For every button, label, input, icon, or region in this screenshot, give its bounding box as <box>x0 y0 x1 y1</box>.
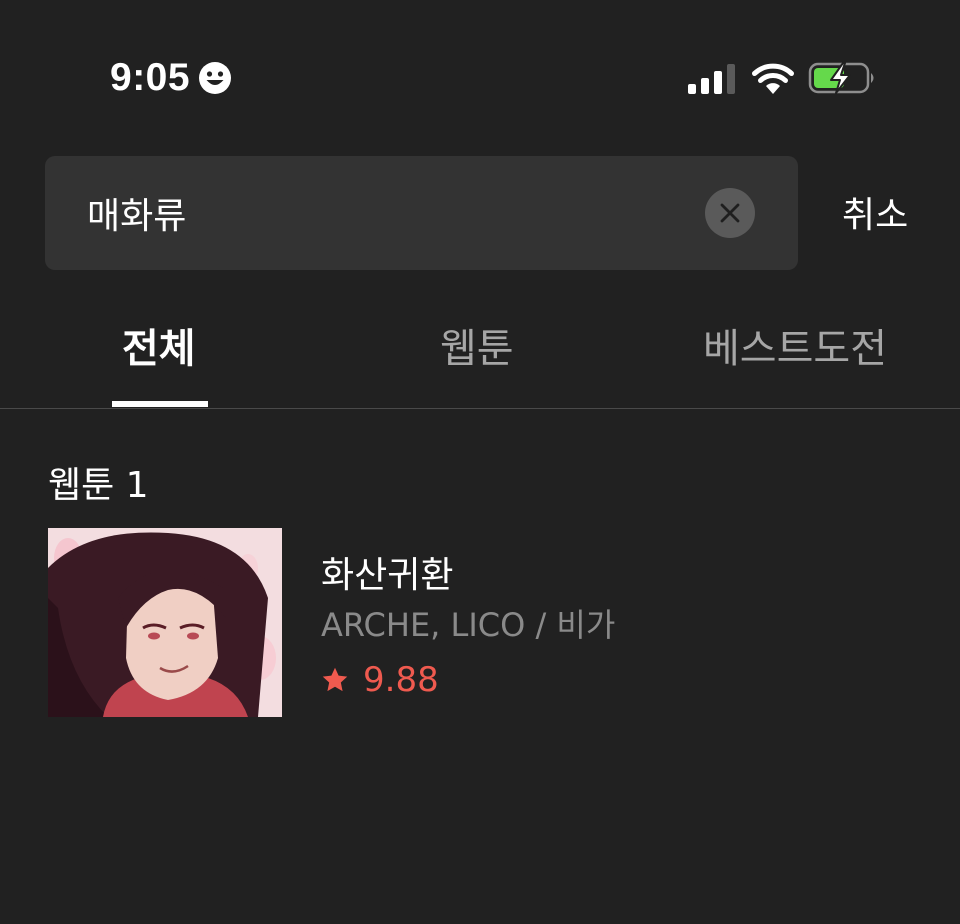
tab-all[interactable]: 전체 <box>122 316 196 374</box>
search-input[interactable] <box>87 184 687 242</box>
tab-best-challenge[interactable]: 베스트도전 <box>703 316 887 374</box>
webtoon-title: 화산귀환 <box>321 555 454 596</box>
active-tab-indicator <box>112 401 208 407</box>
webtoon-authors: ARCHE, LICO / 비가 <box>321 606 616 644</box>
time-group: 9:05 <box>110 56 232 100</box>
clear-search-button[interactable] <box>705 188 755 238</box>
tab-webtoon[interactable]: 웹툰 <box>440 316 514 374</box>
wifi-icon <box>752 63 794 94</box>
battery-charging-icon <box>808 62 874 94</box>
webtoon-rating: 9.88 <box>321 660 439 700</box>
search-box <box>45 156 798 270</box>
webtoon-thumbnail <box>48 528 282 717</box>
section-title: 웹툰 1 <box>48 465 149 506</box>
search-tabs: 전체 웹툰 베스트도전 <box>0 300 960 409</box>
rating-value: 9.88 <box>363 660 439 700</box>
smiley-face-icon <box>199 62 232 94</box>
star-icon <box>322 667 348 692</box>
cancel-button[interactable]: 취소 <box>842 186 908 238</box>
list-item[interactable]: 화산귀환 ARCHE, LICO / 비가 9.88 <box>48 528 928 718</box>
cellular-signal-icon <box>688 64 735 94</box>
status-time: 9:05 <box>110 56 191 99</box>
status-bar: 9:05 <box>0 0 960 150</box>
close-icon <box>720 203 740 223</box>
